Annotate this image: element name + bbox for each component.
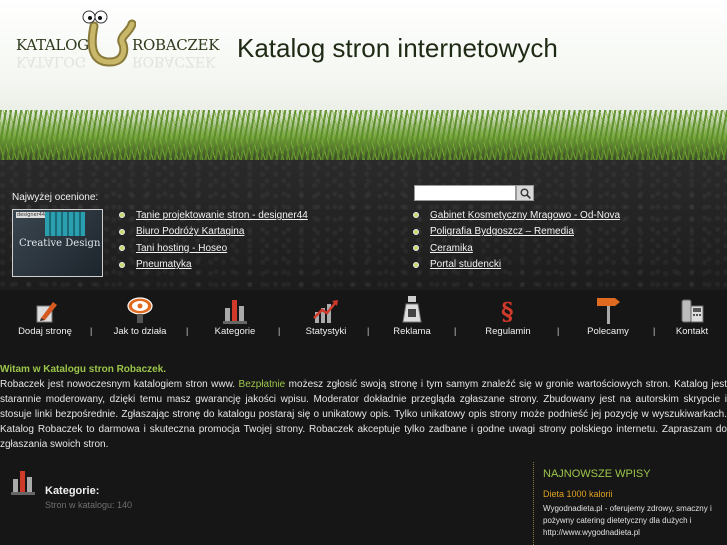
nav-label: Kontakt [675, 326, 709, 337]
recent-entries-panel: NAJNOWSZE WPISY Dieta 1000 kalorii Wygod… [533, 462, 727, 545]
recent-entry-title[interactable]: Dieta 1000 kalorii [543, 489, 727, 499]
list-item: Biuro Podróży Kartagina [119, 224, 308, 241]
site-logo[interactable]: KATALOG ROBACZEK KATALOG ROBACZEK [14, 6, 219, 70]
recent-heading: NAJNOWSZE WPISY [543, 468, 651, 480]
site-link[interactable]: Biuro Podróży Kartagina [136, 226, 244, 237]
list-item: Poligrafia Bydgoszcz – Remedia [413, 224, 620, 241]
nav-separator: | [186, 326, 189, 336]
paragraph-icon: § [501, 298, 514, 324]
trend-chart-icon [313, 300, 338, 323]
bullet-icon [413, 228, 419, 235]
logo-reflection-right: ROBACZEK [132, 53, 216, 69]
search-icon [520, 188, 531, 199]
list-item: Gabinet Kosmetyczny Mragowo - Od-Nova [413, 207, 620, 224]
welcome-text: Robaczek jest nowoczesnym katalogiem str… [0, 377, 727, 452]
nav-label: Dodaj stronę [18, 326, 72, 337]
nav-separator: | [557, 326, 560, 336]
bullet-icon [413, 212, 419, 219]
nav-label: Jak to działa [113, 326, 167, 337]
logo-reflection-left: KATALOG [16, 53, 86, 69]
nav-label: Kategorie [214, 326, 256, 337]
nav-label: Statystyki [305, 326, 347, 337]
nav-add-site[interactable]: Dodaj stronę [14, 296, 76, 337]
bullet-icon [119, 212, 125, 219]
list-item: Tani hosting - Hoseo [119, 240, 308, 257]
search-input[interactable] [414, 185, 516, 201]
recent-entry-description: Wygodnadieta.pl - oferujemy zdrowy, smac… [543, 504, 712, 537]
nav-advertising[interactable]: Reklama [386, 296, 438, 337]
logo-word-left: KATALOG [16, 36, 89, 54]
nav-how-it-works[interactable]: Jak to działa [108, 296, 172, 337]
nav-recommended[interactable]: Polecamy [580, 296, 636, 337]
nav-categories[interactable]: Kategorie [206, 296, 264, 337]
main-nav: Dodaj stronę | Jak to działa | Kategorie… [0, 296, 727, 341]
site-link[interactable]: Pneumatyka [136, 259, 192, 270]
list-item: Tanie projektowanie stron - designer44 [119, 207, 308, 224]
nav-label: Regulamin [485, 326, 531, 337]
bar-chart-icon [223, 300, 247, 324]
top-rated-thumbnail[interactable]: designer44.pl Creative Design [12, 209, 103, 277]
nav-terms[interactable]: § Regulamin [480, 296, 536, 337]
categories-count: Stron w katalogu: 140 [45, 500, 133, 510]
search-form [414, 185, 534, 201]
top-links-right: Gabinet Kosmetyczny Mragowo - Od-Nova Po… [413, 207, 620, 273]
worm-mascot-icon [82, 10, 136, 67]
list-item: Portal studencki [413, 257, 620, 274]
welcome-title: Witam w Katalogu stron Robaczek. [0, 364, 167, 375]
welcome-text-start: Robaczek jest nowoczesnym katalogiem str… [0, 379, 239, 390]
site-link[interactable]: Gabinet Kosmetyczny Mragowo - Od-Nova [430, 210, 620, 221]
list-item: Pneumatyka [119, 257, 308, 274]
categories-bar-chart-icon [11, 471, 35, 495]
money-bag-icon [402, 296, 422, 323]
nav-separator: | [367, 326, 370, 336]
site-link[interactable]: Poligrafia Bydgoszcz – Remedia [430, 226, 574, 237]
info-bubble-icon [127, 297, 153, 323]
search-button[interactable] [516, 185, 534, 201]
logo-word-right: ROBACZEK [132, 36, 220, 54]
header: KATALOG ROBACZEK KATALOG ROBACZEK Katalo… [0, 0, 727, 170]
free-link[interactable]: Bezpłatnie [239, 379, 286, 390]
nav-separator: | [90, 326, 93, 336]
nav-separator: | [653, 326, 656, 336]
bullet-icon [413, 245, 419, 252]
nav-label: Reklama [393, 326, 431, 337]
pencil-document-icon [36, 302, 57, 323]
bullet-icon [413, 261, 419, 268]
nav-separator: | [278, 326, 281, 336]
thumbnail-text: Creative Design [19, 238, 101, 249]
top-rated-label: Najwyżej ocenione: [12, 192, 99, 203]
bullet-icon [119, 228, 125, 235]
nav-statistics[interactable]: Statystyki [298, 296, 354, 337]
bullet-icon [119, 245, 125, 252]
site-link[interactable]: Ceramika [430, 243, 473, 254]
nav-label: Polecamy [587, 326, 629, 337]
top-links-left: Tanie projektowanie stron - designer44 B… [119, 207, 308, 273]
signpost-icon [597, 298, 620, 324]
site-link[interactable]: Tani hosting - Hoseo [136, 243, 227, 254]
list-item: Ceramika [413, 240, 620, 257]
categories-title: Kategorie: [45, 485, 100, 497]
nav-separator: | [454, 326, 457, 336]
phone-icon [681, 299, 704, 323]
nav-contact[interactable]: Kontakt [672, 296, 712, 337]
bullet-icon [119, 261, 125, 268]
site-link[interactable]: Tanie projektowanie stron - designer44 [136, 210, 308, 221]
site-link[interactable]: Portal studencki [430, 259, 501, 270]
site-title: Katalog stron internetowych [237, 33, 558, 63]
thumbnail-graphic [45, 212, 85, 236]
svg-text:§: § [501, 298, 514, 324]
